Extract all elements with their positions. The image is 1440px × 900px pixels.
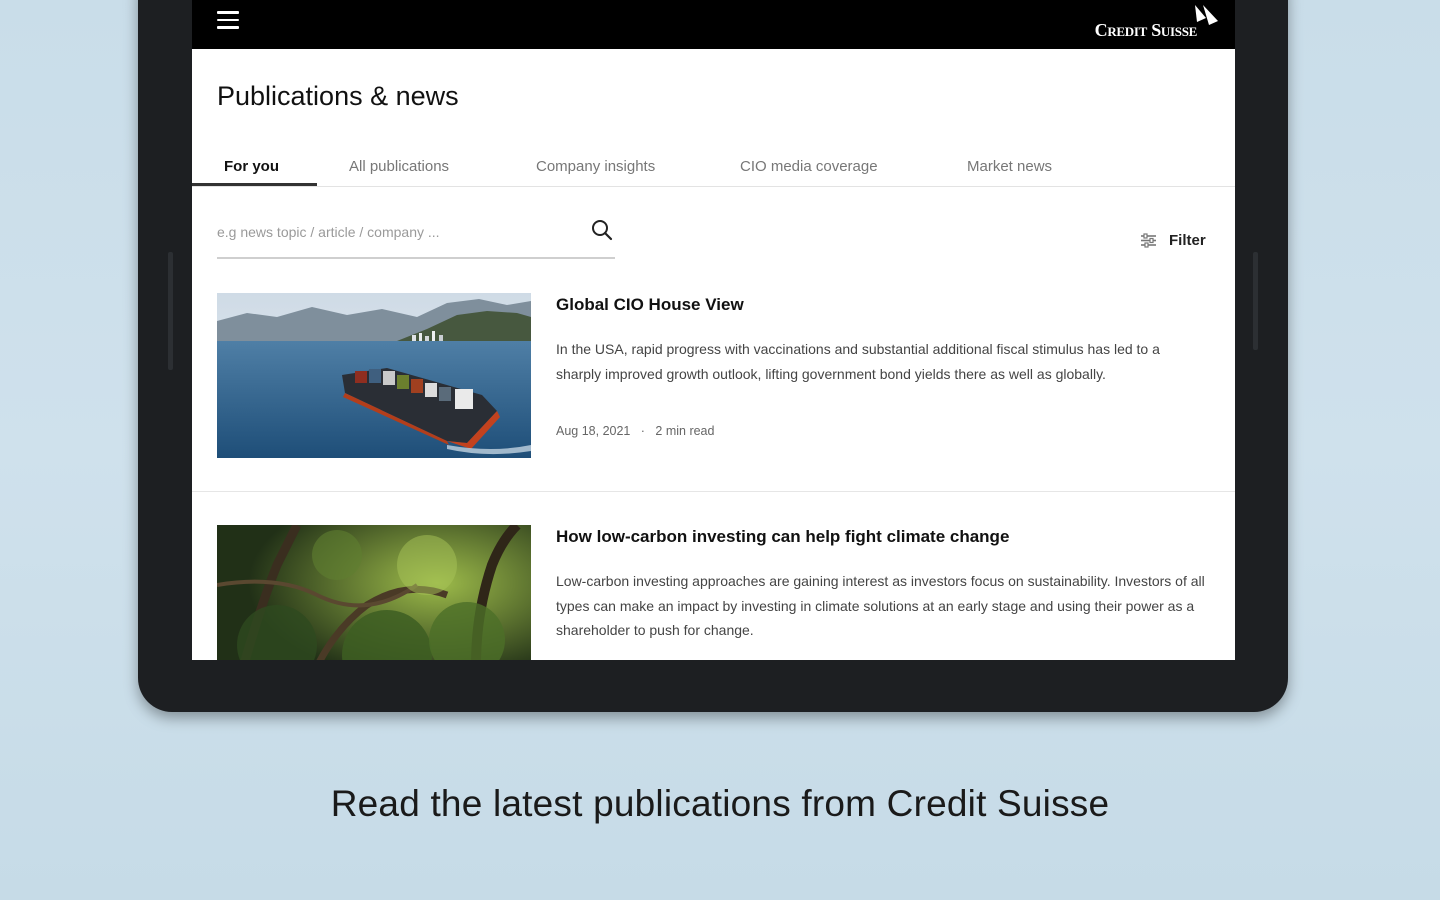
article-meta: Aug 18, 2021 · 2 min read bbox=[556, 424, 714, 438]
tab-market-news[interactable]: Market news bbox=[967, 158, 1052, 175]
tablet-side-button-left bbox=[168, 252, 173, 370]
hamburger-menu-icon[interactable] bbox=[217, 11, 239, 33]
article-divider bbox=[192, 491, 1235, 492]
brand-logo-text[interactable]: Credit Suisse bbox=[1095, 20, 1198, 41]
sails-logo-icon bbox=[1195, 5, 1218, 25]
filter-label: Filter bbox=[1169, 231, 1206, 249]
article-summary: In the USA, rapid progress with vaccinat… bbox=[556, 341, 1160, 382]
active-tab-indicator bbox=[192, 183, 317, 186]
search-box bbox=[217, 212, 615, 259]
filter-icon bbox=[1141, 232, 1156, 248]
app-screen: Credit Suisse Publications & news For yo… bbox=[192, 0, 1235, 660]
tab-all-publications[interactable]: All publications bbox=[349, 158, 449, 175]
container-ship-photo[interactable] bbox=[217, 293, 531, 458]
meta-separator: · bbox=[633, 424, 652, 438]
search-icon[interactable] bbox=[591, 219, 613, 241]
forest-photo[interactable] bbox=[217, 525, 531, 660]
tab-cio-media-coverage[interactable]: CIO media coverage bbox=[740, 158, 878, 175]
tablet-side-button-right bbox=[1253, 252, 1258, 350]
search-input[interactable] bbox=[217, 220, 577, 244]
article-summary: Low-carbon investing approaches are gain… bbox=[556, 573, 1205, 638]
top-bar: Credit Suisse bbox=[192, 0, 1235, 49]
filter-button[interactable]: Filter bbox=[1140, 229, 1206, 251]
page-title: Publications & news bbox=[217, 81, 459, 111]
promo-caption: Read the latest publications from Credit… bbox=[330, 783, 1110, 824]
tab-company-insights[interactable]: Company insights bbox=[536, 158, 655, 175]
tab-for-you[interactable]: For you bbox=[224, 158, 279, 175]
article-title[interactable]: Global CIO House View bbox=[556, 295, 744, 315]
article-date: Aug 18, 2021 bbox=[556, 424, 631, 438]
article-title[interactable]: How low-carbon investing can help fight … bbox=[556, 527, 1009, 547]
tab-bar: For you All publications Company insight… bbox=[192, 150, 1235, 187]
article-read-time: 2 min read bbox=[655, 424, 715, 438]
